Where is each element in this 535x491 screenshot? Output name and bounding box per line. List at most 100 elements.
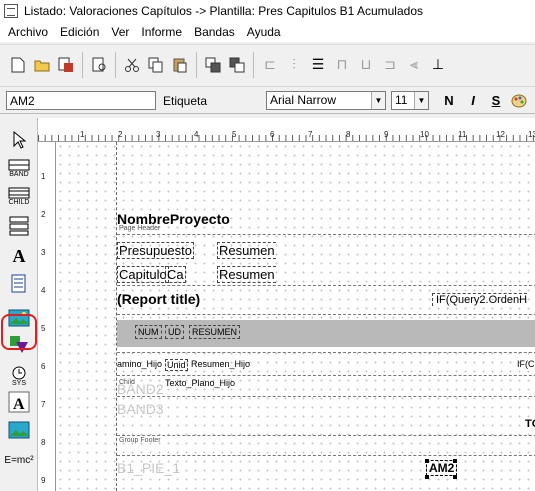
menu-bar: Archivo Edición Ver Informe Bandas Ayuda bbox=[0, 22, 535, 42]
ruler-top-2: 2 bbox=[118, 130, 123, 139]
properties-bar: Etiqueta Arial Narrow ▼ 11 ▼ N I S bbox=[0, 86, 535, 114]
presupuesto-label[interactable]: Presupuesto bbox=[117, 242, 194, 259]
pointer-tool-icon[interactable] bbox=[3, 126, 35, 154]
send-back-icon[interactable] bbox=[225, 52, 249, 78]
if-short-field[interactable]: IF(C bbox=[517, 359, 535, 369]
chevron-down-icon[interactable]: ▼ bbox=[414, 92, 428, 109]
menu-bandas[interactable]: Bandas bbox=[188, 25, 241, 39]
selection-handle[interactable] bbox=[425, 475, 429, 479]
child-band-tool[interactable]: CHILD bbox=[3, 182, 35, 210]
color-palette-icon[interactable] bbox=[510, 91, 528, 110]
group-footer-caption: Group Footer bbox=[119, 437, 161, 444]
component-name-field[interactable] bbox=[6, 91, 156, 110]
ca-label[interactable]: Ca bbox=[165, 266, 186, 283]
band-divider bbox=[117, 285, 535, 286]
band-divider bbox=[117, 435, 535, 436]
font-name-select[interactable]: Arial Narrow ▼ bbox=[266, 91, 386, 110]
menu-archivo[interactable]: Archivo bbox=[2, 25, 54, 39]
menu-ver[interactable]: Ver bbox=[105, 25, 135, 39]
align-vcenter-icon[interactable]: ⫷ bbox=[402, 52, 426, 78]
top-ruler: 1 2 3 4 5 6 7 8 9 10 11 12 13 bbox=[38, 118, 535, 142]
align-hcenter-icon[interactable]: ⫶ bbox=[282, 52, 306, 78]
camino-hijo-field[interactable]: amino_Hijo bbox=[117, 359, 162, 369]
menu-edicion[interactable]: Edición bbox=[54, 25, 105, 39]
svg-text:A: A bbox=[13, 396, 25, 413]
resumen-label-1[interactable]: Resumen bbox=[217, 242, 276, 259]
am2-label-selected[interactable]: AM2 bbox=[425, 460, 458, 476]
selection-handle[interactable] bbox=[425, 459, 429, 463]
resumen-header[interactable]: RESUMEN bbox=[189, 325, 241, 339]
menu-informe[interactable]: Informe bbox=[135, 25, 188, 39]
selection-handle[interactable] bbox=[453, 475, 457, 479]
ud-header[interactable]: UD bbox=[165, 325, 184, 339]
child-tool-label: CHILD bbox=[8, 198, 30, 206]
copy-icon[interactable] bbox=[144, 52, 168, 78]
font-name-value: Arial Narrow bbox=[270, 93, 337, 107]
page-header-caption: Page Header bbox=[119, 225, 161, 232]
num-header[interactable]: NUM bbox=[135, 325, 162, 339]
memo-tool-icon[interactable] bbox=[3, 270, 35, 298]
component-toolbox: BAND CHILD A SYS A E=mc² bbox=[0, 118, 38, 491]
left-ruler: 1 2 3 4 5 6 7 8 9 bbox=[38, 142, 56, 491]
dbtext-tool-icon[interactable]: A bbox=[3, 388, 35, 416]
ruler-top-8: 8 bbox=[346, 130, 351, 139]
ruler-left-2: 2 bbox=[41, 210, 46, 219]
align-top-icon[interactable]: ⊓ bbox=[330, 52, 354, 78]
save-icon[interactable] bbox=[54, 52, 78, 78]
texto-plano-hijo-field[interactable]: Texto_Plano_Hijo bbox=[165, 378, 235, 388]
ruler-left-3: 3 bbox=[41, 248, 46, 257]
tc-field[interactable]: TC bbox=[525, 418, 535, 430]
report-design-canvas[interactable]: NombreProyecto Page Header Presupuesto R… bbox=[56, 142, 535, 491]
align-right-icon[interactable]: ⊐ bbox=[378, 52, 402, 78]
sys-tool-label: SYS bbox=[11, 379, 26, 387]
strike-button[interactable]: S bbox=[487, 91, 505, 110]
open-folder-icon[interactable] bbox=[30, 52, 54, 78]
ruler-top-4: 4 bbox=[194, 130, 199, 139]
resumen-hijo-field[interactable]: Resumen_Hijo bbox=[191, 359, 250, 369]
report-page[interactable]: NombreProyecto Page Header Presupuesto R… bbox=[116, 142, 535, 491]
window-title: Listado: Valoraciones Capítulos -> Plant… bbox=[24, 4, 423, 18]
unid-field[interactable]: Unid bbox=[165, 359, 188, 371]
band2-watermark: BAND2 bbox=[117, 381, 164, 397]
stretch-icon[interactable]: ⊥ bbox=[426, 52, 450, 78]
new-document-icon[interactable] bbox=[6, 52, 30, 78]
align-left-icon[interactable]: ⊏ bbox=[258, 52, 282, 78]
menu-ayuda[interactable]: Ayuda bbox=[241, 25, 287, 39]
ruler-top-13: 13 bbox=[528, 130, 535, 139]
b1-pie-watermark: B1_PIE_1 bbox=[117, 460, 181, 476]
ruler-top-12: 12 bbox=[496, 130, 505, 139]
title-bar: Listado: Valoraciones Capítulos -> Plant… bbox=[0, 0, 535, 22]
center-in-band-icon[interactable]: ☰ bbox=[306, 52, 330, 78]
system-data-tool[interactable]: SYS bbox=[3, 362, 35, 390]
ruler-left-1: 1 bbox=[41, 172, 46, 181]
font-size-select[interactable]: 11 ▼ bbox=[391, 91, 429, 110]
ruler-left-8: 8 bbox=[41, 438, 46, 447]
ruler-top-10: 10 bbox=[420, 130, 429, 139]
cut-icon[interactable] bbox=[120, 52, 144, 78]
capitulo-label[interactable]: Capitulo bbox=[117, 266, 169, 283]
expression-tool[interactable]: E=mc² bbox=[3, 446, 35, 474]
separator bbox=[196, 51, 197, 78]
component-type-label: Etiqueta bbox=[163, 94, 208, 108]
main-toolbar: ⊏ ⫶ ☰ ⊓ ⊔ ⊐ ⫷ ⊥ bbox=[0, 44, 535, 84]
align-bottom-icon[interactable]: ⊔ bbox=[354, 52, 378, 78]
subdetail-tool-icon[interactable] bbox=[3, 212, 35, 240]
label-tool[interactable]: A bbox=[3, 242, 35, 270]
chevron-down-icon[interactable]: ▼ bbox=[371, 92, 385, 109]
ruler-top-11: 11 bbox=[458, 130, 467, 139]
dbimage-tool-icon[interactable] bbox=[3, 416, 35, 444]
separator bbox=[82, 51, 83, 78]
report-title-label[interactable]: (Report title) bbox=[117, 291, 200, 307]
ruler-left-5: 5 bbox=[41, 324, 46, 333]
paste-icon[interactable] bbox=[168, 52, 192, 78]
if-expression-field[interactable]: IF(Query2.OrdenH bbox=[432, 293, 528, 306]
band-divider bbox=[117, 314, 535, 315]
band-tool[interactable]: BAND bbox=[3, 154, 35, 182]
app-icon bbox=[4, 4, 18, 18]
italic-button[interactable]: I bbox=[464, 91, 482, 110]
resumen-label-2[interactable]: Resumen bbox=[217, 266, 276, 283]
bring-front-icon[interactable] bbox=[201, 52, 225, 78]
selection-handle[interactable] bbox=[453, 459, 457, 463]
preview-icon[interactable] bbox=[87, 52, 111, 78]
bold-button[interactable]: N bbox=[440, 91, 458, 110]
